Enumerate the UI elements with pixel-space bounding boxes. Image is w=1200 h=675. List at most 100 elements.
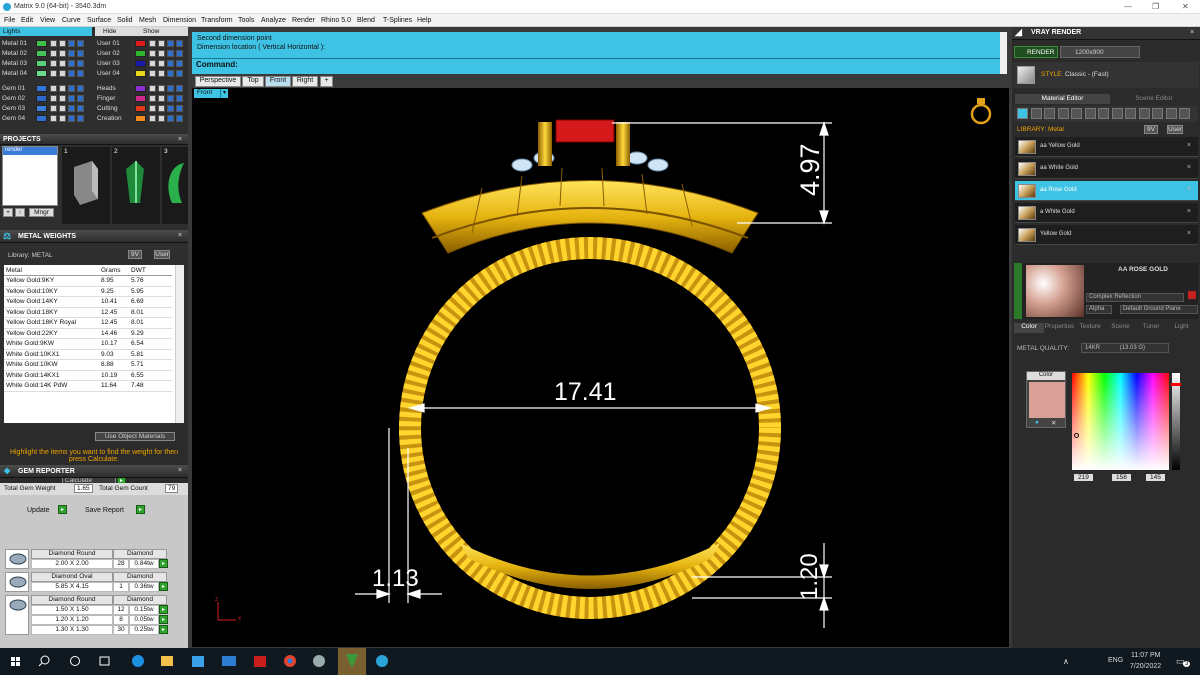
style-thumb[interactable] [1017,66,1035,84]
visibility-icon[interactable] [59,95,66,102]
lock-icon[interactable] [149,70,156,77]
reflection-select[interactable]: Complex Reflection [1086,293,1184,302]
tab-tuner[interactable]: Tuner [1136,323,1166,333]
menu-solid[interactable]: Solid [117,17,133,24]
red-value[interactable]: 219 [1074,474,1093,481]
select-icon[interactable] [176,115,183,122]
lock-icon[interactable] [50,105,57,112]
layer-row-right-2[interactable]: User 03 [95,59,187,68]
layer-icon[interactable] [68,115,75,122]
layer-row-right-1[interactable]: User 02 [95,49,187,58]
project-thumb-2[interactable]: 2 [112,147,160,224]
select-icon[interactable] [77,60,84,67]
table-row[interactable]: Yellow Gold:18KY 12.45 8.01 [4,307,172,318]
gem-group[interactable]: Diamond Oval Diamond 5.85 X 4.15 1 0.36tw… [5,572,168,592]
menu-tools[interactable]: Tools [238,17,254,24]
tab-scene-editor[interactable]: Scene Editor [1110,94,1198,104]
layer-row-left-1[interactable]: Metal 02 [0,49,92,58]
layer-row-left-7[interactable]: Gem 04 [0,114,92,123]
layer-row-right-3[interactable]: User 04 [95,69,187,78]
select-icon[interactable] [77,50,84,57]
maximize-button[interactable]: ❐ [1152,2,1159,11]
tab-right[interactable]: Right [292,76,318,87]
layer-color-swatch[interactable] [135,115,146,122]
table-row[interactable]: Yellow Gold:22KY 14.46 9.29 [4,328,172,339]
select-icon[interactable] [77,95,84,102]
clock-time[interactable]: 11:07 PM [1131,652,1160,659]
metal-quality-select[interactable]: 14KR (13.03 G) [1081,343,1169,353]
layer-row-left-0[interactable]: Metal 01 [0,39,92,48]
hide-button[interactable]: Hide [103,28,116,35]
save-report-button[interactable]: Save Report [85,507,124,514]
layer-icon[interactable] [68,50,75,57]
table-row[interactable]: Yellow Gold:18KY Royal 12.45 8.01 [4,317,172,329]
layer-icon[interactable] [68,105,75,112]
layer-color-swatch[interactable] [36,115,47,122]
visibility-icon[interactable] [59,60,66,67]
close-icon[interactable]: × [178,232,182,239]
menu-blend[interactable]: Blend [357,17,375,24]
tab-top[interactable]: Top [242,76,264,87]
layer-row-right-7[interactable]: Creation [95,114,187,123]
clear-color-icon[interactable]: ✕ [1051,419,1056,427]
tab-light[interactable]: Light [1167,323,1197,333]
menu-dimension[interactable]: Dimension [163,17,196,24]
close-icon[interactable]: × [1187,208,1191,215]
front-viewport[interactable]: Front ▾ 4.97 17.41 1.13 1.20 z x [192,88,1009,647]
gem-group[interactable]: Diamond Round Diamond 2.00 X 2.00 28 0.84… [5,549,168,569]
layer-icon[interactable] [68,95,75,102]
tab-texture[interactable]: Texture [1075,323,1105,333]
chrome-icon[interactable] [284,655,296,667]
add-project-button[interactable]: + [3,208,13,217]
close-icon[interactable]: × [1187,186,1191,193]
command-prompt[interactable]: Command: [196,60,238,69]
layer-color-swatch[interactable] [135,95,146,102]
table-scrollbar[interactable] [175,265,184,423]
layer-row-left-2[interactable]: Metal 03 [0,59,92,68]
texture-icon[interactable] [1071,108,1082,119]
library-9v-button[interactable]: 9V [128,250,142,259]
visibility-icon[interactable] [59,105,66,112]
visibility-icon[interactable] [158,60,165,67]
visibility-icon[interactable] [158,40,165,47]
layer-icon[interactable] [167,60,174,67]
search-icon[interactable] [38,655,50,667]
close-icon[interactable]: × [178,467,182,474]
sphere-icon[interactable] [1030,108,1042,119]
visibility-icon[interactable] [158,85,165,92]
layer-row-left-5[interactable]: Gem 02 [0,94,92,103]
half-sphere-icon[interactable] [1057,108,1069,119]
lock-icon[interactable] [149,85,156,92]
select-icon[interactable] [176,95,183,102]
table-row[interactable]: White Gold:10KW 8.88 5.71 [4,359,172,371]
update-button[interactable]: Update [27,507,50,514]
drop-icon[interactable] [1044,108,1055,119]
lock-icon[interactable] [50,85,57,92]
language-indicator[interactable]: ENG [1108,657,1123,664]
visibility-icon[interactable] [59,70,66,77]
menu-tsplines[interactable]: T-Splines [383,17,412,24]
layer-color-swatch[interactable] [36,85,47,92]
layer-color-swatch[interactable] [36,50,47,57]
clock-date[interactable]: 7/20/2022 [1130,663,1161,670]
checker-icon[interactable] [1111,108,1123,119]
tab-front[interactable]: Front [265,76,291,87]
lock-icon[interactable] [149,105,156,112]
brightness-thumb[interactable] [1171,383,1181,386]
windows-start-icon[interactable] [11,657,20,666]
layer-icon[interactable] [167,95,174,102]
lock-icon[interactable] [149,40,156,47]
layer-icon[interactable] [167,115,174,122]
menu-render[interactable]: Render [292,17,315,24]
table-row[interactable]: Yellow Gold:10KY 9.25 5.95 [4,286,172,297]
layer-icon[interactable] [68,60,75,67]
layer-icon[interactable] [68,85,75,92]
select-icon[interactable] [176,70,183,77]
layer-color-swatch[interactable] [36,70,47,77]
menu-analyze[interactable]: Analyze [261,17,286,24]
layer-row-right-5[interactable]: Finger [95,94,187,103]
gem-icon[interactable] [1152,108,1163,119]
material-item[interactable]: Yellow Gold × [1015,225,1198,245]
visibility-icon[interactable] [158,95,165,102]
material-item[interactable]: aa Yellow Gold × [1015,137,1198,157]
